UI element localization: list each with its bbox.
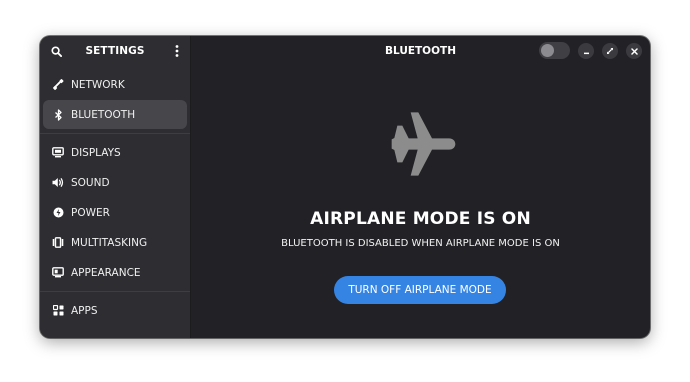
multitasking-icon [52, 237, 64, 249]
sidebar-item-power[interactable]: POWER [43, 198, 187, 227]
menu-icon[interactable] [170, 44, 184, 58]
sidebar-item-label: BLUETOOTH [71, 108, 136, 121]
sidebar-item-sound[interactable]: SOUND [43, 168, 187, 197]
close-icon [630, 47, 638, 55]
maximize-icon [607, 48, 613, 54]
main-content: BLUETOOTH AIRPLANE MODE IS ON BLUETOOTH … [191, 36, 650, 338]
sidebar-item-label: APPEARANCE [71, 266, 141, 279]
turn-off-airplane-mode-button[interactable]: TURN OFF AIRPLANE MODE [334, 276, 506, 304]
airplane-icon [381, 104, 461, 188]
bluetooth-toggle[interactable] [539, 42, 570, 59]
maximize-button[interactable] [602, 43, 618, 59]
sidebar-item-network[interactable]: NETWORK [43, 70, 187, 99]
sidebar-item-label: MULTITASKING [71, 236, 148, 249]
toggle-knob [541, 44, 554, 57]
sidebar-item-appearance[interactable]: APPEARANCE [43, 258, 187, 287]
sidebar-item-label: NETWORK [71, 78, 125, 91]
sound-icon [52, 177, 64, 189]
sidebar-title: SETTINGS [85, 45, 145, 57]
bluetooth-icon [52, 108, 64, 121]
sidebar-item-label: POWER [71, 206, 110, 219]
display-icon [52, 147, 64, 159]
sidebar-item-label: SOUND [71, 176, 110, 189]
sidebar-item-bluetooth[interactable]: BLUETOOTH [43, 100, 187, 129]
sidebar-divider [40, 291, 190, 292]
sidebar-item-multitasking[interactable]: MULTITASKING [43, 228, 187, 257]
settings-window: SETTINGS NETWORK BLUETOOTH DISPLAYS SOUN… [40, 36, 650, 338]
sidebar-header: SETTINGS [40, 36, 190, 66]
close-button[interactable] [626, 43, 642, 59]
power-icon [52, 207, 64, 219]
sidebar: SETTINGS NETWORK BLUETOOTH DISPLAYS SOUN… [40, 36, 191, 338]
sidebar-item-label: APPS [71, 304, 98, 317]
apps-icon [52, 305, 64, 317]
sidebar-divider [40, 133, 190, 134]
sidebar-item-apps[interactable]: APPS [43, 296, 187, 325]
sidebar-nav: NETWORK BLUETOOTH DISPLAYS SOUND POWER M… [40, 66, 190, 326]
appearance-icon [52, 267, 64, 279]
sidebar-item-label: DISPLAYS [71, 146, 121, 159]
minimize-icon [583, 52, 589, 54]
network-icon [52, 79, 64, 91]
status-title: AIRPLANE MODE IS ON [310, 209, 531, 229]
minimize-button[interactable] [578, 43, 594, 59]
status-description: BLUETOOTH IS DISABLED WHEN AIRPLANE MODE… [281, 238, 560, 249]
page-title: BLUETOOTH [385, 45, 456, 57]
sidebar-item-displays[interactable]: DISPLAYS [43, 138, 187, 167]
